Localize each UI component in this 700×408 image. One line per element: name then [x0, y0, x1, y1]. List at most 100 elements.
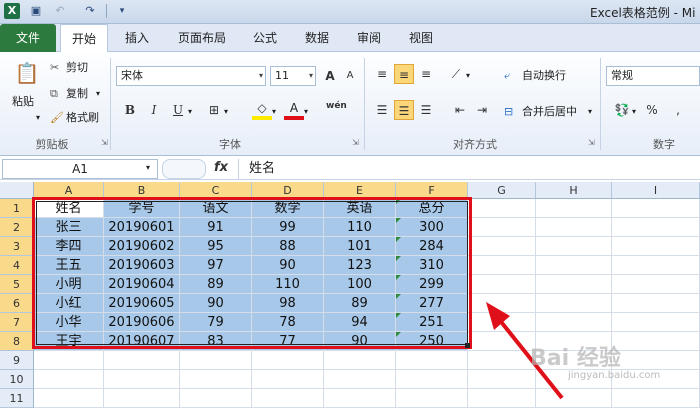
wrap-text-button[interactable]: 自动换行: [522, 68, 566, 84]
orientation-icon[interactable]: ⟋: [446, 64, 466, 84]
cell-a9[interactable]: [34, 351, 104, 370]
cell-b7[interactable]: 20190606: [104, 313, 180, 332]
cell-d8[interactable]: 77: [252, 332, 324, 351]
cell-i3[interactable]: [612, 237, 700, 256]
copy-dropdown-icon[interactable]: ▾: [96, 86, 100, 102]
cell-b1[interactable]: 学号: [104, 199, 180, 218]
cell-i7[interactable]: [612, 313, 700, 332]
cell-e1[interactable]: 英语: [324, 199, 396, 218]
cell-f10[interactable]: [396, 370, 468, 389]
row-header-4[interactable]: 4: [0, 256, 34, 275]
cell-i2[interactable]: [612, 218, 700, 237]
cell-h11[interactable]: [536, 389, 612, 408]
cell-b9[interactable]: [104, 351, 180, 370]
cell-c10[interactable]: [180, 370, 252, 389]
row-header-2[interactable]: 2: [0, 218, 34, 237]
cell-d9[interactable]: [252, 351, 324, 370]
increase-indent-icon[interactable]: ⇥: [472, 100, 492, 120]
tab-file[interactable]: 文件: [0, 24, 56, 52]
decrease-indent-icon[interactable]: ⇤: [450, 100, 470, 120]
cell-h1[interactable]: [536, 199, 612, 218]
paste-dropdown-icon[interactable]: ▾: [36, 110, 40, 126]
cell-a3[interactable]: 李四: [34, 237, 104, 256]
cell-e2[interactable]: 110: [324, 218, 396, 237]
cell-h6[interactable]: [536, 294, 612, 313]
cell-b4[interactable]: 20190603: [104, 256, 180, 275]
cell-e9[interactable]: [324, 351, 396, 370]
cell-h4[interactable]: [536, 256, 612, 275]
cell-b6[interactable]: 20190605: [104, 294, 180, 313]
cell-d7[interactable]: 78: [252, 313, 324, 332]
alignment-launcher-icon[interactable]: ⇲: [588, 138, 595, 147]
percent-style-button[interactable]: %: [642, 100, 662, 120]
orientation-dropdown-icon[interactable]: ▾: [466, 68, 470, 84]
row-header-8[interactable]: 8: [0, 332, 34, 351]
cell-c6[interactable]: 90: [180, 294, 252, 313]
column-header-f[interactable]: F: [396, 182, 468, 199]
cell-b5[interactable]: 20190604: [104, 275, 180, 294]
cell-a6[interactable]: 小红: [34, 294, 104, 313]
align-right-icon[interactable]: ☰: [416, 100, 436, 120]
cell-b10[interactable]: [104, 370, 180, 389]
font-launcher-icon[interactable]: ⇲: [352, 138, 359, 147]
cell-i5[interactable]: [612, 275, 700, 294]
chevron-down-icon[interactable]: ▾: [146, 163, 150, 172]
cell-c8[interactable]: 83: [180, 332, 252, 351]
cell-f8[interactable]: 250: [396, 332, 468, 351]
underline-dropdown-icon[interactable]: ▾: [188, 104, 192, 120]
phonetic-guide-icon[interactable]: wén: [326, 96, 347, 116]
cell-b11[interactable]: [104, 389, 180, 408]
cell-e10[interactable]: [324, 370, 396, 389]
cell-h7[interactable]: [536, 313, 612, 332]
cell-a11[interactable]: [34, 389, 104, 408]
customize-quick-access-icon[interactable]: ▾: [114, 3, 130, 19]
cell-h2[interactable]: [536, 218, 612, 237]
undo-icon[interactable]: ↶: [52, 3, 68, 19]
row-header-11[interactable]: 11: [0, 389, 34, 408]
cell-g10[interactable]: [468, 370, 536, 389]
cell-g8[interactable]: [468, 332, 536, 351]
cell-a1[interactable]: 姓名: [34, 199, 104, 218]
cell-a2[interactable]: 张三: [34, 218, 104, 237]
cell-i8[interactable]: [612, 332, 700, 351]
grow-font-icon[interactable]: A: [320, 66, 340, 86]
cell-e8[interactable]: 90: [324, 332, 396, 351]
cell-a8[interactable]: 王宇: [34, 332, 104, 351]
cell-d3[interactable]: 88: [252, 237, 324, 256]
shrink-font-icon[interactable]: A: [340, 66, 360, 86]
font-color-icon[interactable]: A: [284, 98, 304, 120]
italic-button[interactable]: I: [144, 100, 164, 120]
column-header-i[interactable]: I: [612, 182, 700, 199]
fill-color-dropdown-icon[interactable]: ▾: [272, 104, 276, 120]
align-bottom-icon[interactable]: ≡: [416, 64, 436, 84]
tab-page-layout[interactable]: 页面布局: [176, 24, 228, 52]
cell-g6[interactable]: [468, 294, 536, 313]
column-header-h[interactable]: H: [536, 182, 612, 199]
row-header-10[interactable]: 10: [0, 370, 34, 389]
cell-a7[interactable]: 小华: [34, 313, 104, 332]
formula-input[interactable]: 姓名: [238, 159, 698, 179]
cell-e4[interactable]: 123: [324, 256, 396, 275]
cell-c7[interactable]: 79: [180, 313, 252, 332]
cell-i11[interactable]: [612, 389, 700, 408]
column-header-c[interactable]: C: [180, 182, 252, 199]
cell-f6[interactable]: 277: [396, 294, 468, 313]
copy-button[interactable]: 复制: [66, 86, 88, 102]
column-header-e[interactable]: E: [324, 182, 396, 199]
select-all-corner[interactable]: [0, 182, 34, 199]
tab-formulas[interactable]: 公式: [252, 24, 278, 52]
cell-c2[interactable]: 91: [180, 218, 252, 237]
tab-data[interactable]: 数据: [304, 24, 330, 52]
cell-c11[interactable]: [180, 389, 252, 408]
fill-color-icon[interactable]: ◇: [252, 98, 272, 120]
row-header-1[interactable]: 1: [0, 199, 34, 218]
font-color-dropdown-icon[interactable]: ▾: [304, 104, 308, 120]
cell-g5[interactable]: [468, 275, 536, 294]
cell-e7[interactable]: 94: [324, 313, 396, 332]
cell-d11[interactable]: [252, 389, 324, 408]
font-size-select[interactable]: 11 ▾: [270, 66, 316, 86]
cell-a4[interactable]: 王五: [34, 256, 104, 275]
cut-button[interactable]: 剪切: [66, 60, 88, 76]
cell-f11[interactable]: [396, 389, 468, 408]
cell-c3[interactable]: 95: [180, 237, 252, 256]
